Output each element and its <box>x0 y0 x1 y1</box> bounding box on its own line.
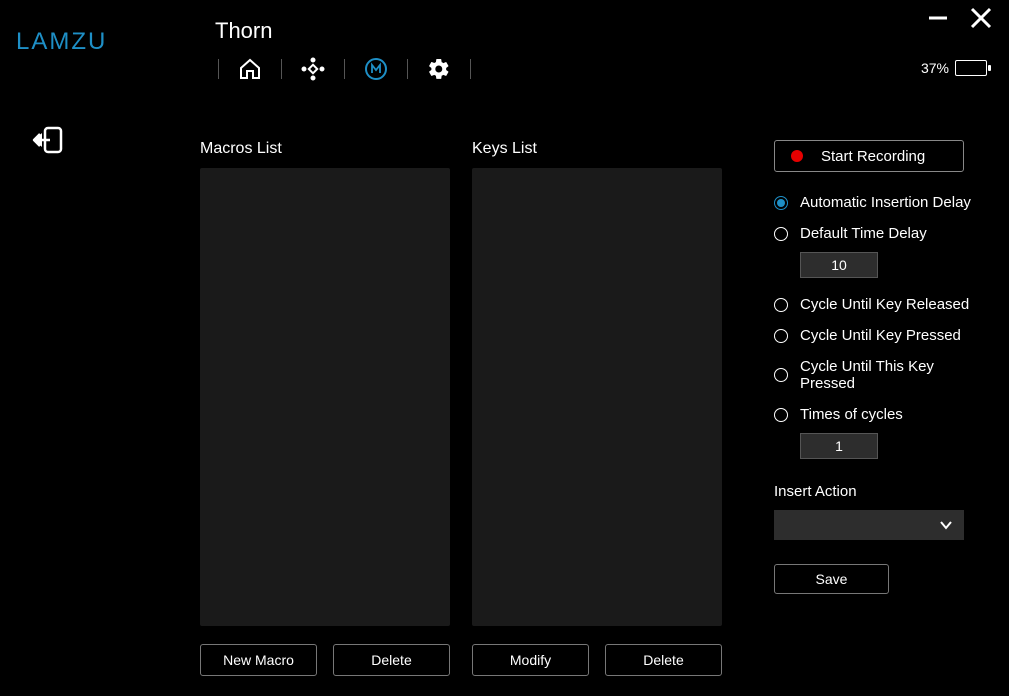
radio-icon <box>774 368 788 382</box>
delete-macro-button[interactable]: Delete <box>333 644 450 676</box>
radio-cycle-released[interactable]: Cycle Until Key Released <box>774 296 989 313</box>
radio-label: Cycle Until Key Pressed <box>800 327 961 344</box>
radio-icon <box>774 408 788 422</box>
radio-icon <box>774 329 788 343</box>
tab-macro[interactable] <box>363 56 389 82</box>
radio-label: Cycle Until This Key Pressed <box>800 358 989 392</box>
new-macro-button[interactable]: New Macro <box>200 644 317 676</box>
radio-icon <box>774 196 788 210</box>
keys-buttons: Modify Delete <box>472 644 722 676</box>
tab-bar <box>200 56 489 82</box>
start-recording-button[interactable]: Start Recording <box>774 140 964 172</box>
delete-key-button[interactable]: Delete <box>605 644 722 676</box>
default-delay-input[interactable]: 10 <box>800 252 878 278</box>
tab-separator <box>281 59 282 79</box>
radio-default-delay[interactable]: Default Time Delay <box>774 225 989 242</box>
macros-column: Macros List New Macro Delete <box>200 140 450 676</box>
macros-list-panel[interactable] <box>200 168 450 626</box>
macros-buttons: New Macro Delete <box>200 644 450 676</box>
radio-label: Automatic Insertion Delay <box>800 194 971 211</box>
chevron-down-icon <box>938 517 954 533</box>
radio-auto-delay[interactable]: Automatic Insertion Delay <box>774 194 989 211</box>
keys-column: Keys List Modify Delete <box>472 140 722 676</box>
page-title: Thorn <box>215 18 272 44</box>
insert-action-label: Insert Action <box>774 483 989 500</box>
radio-label: Cycle Until Key Released <box>800 296 969 313</box>
tab-separator <box>407 59 408 79</box>
close-icon[interactable] <box>969 6 993 33</box>
radio-label: Times of cycles <box>800 406 903 423</box>
main-content: Macros List New Macro Delete Keys List M… <box>200 140 989 676</box>
settings-column: Start Recording Automatic Insertion Dela… <box>744 140 989 676</box>
radio-icon <box>774 298 788 312</box>
brand-logo: LAMZU <box>16 28 107 56</box>
record-dot-icon <box>791 150 803 162</box>
tab-home[interactable] <box>237 56 263 82</box>
radio-times-cycles[interactable]: Times of cycles <box>774 406 989 423</box>
radio-icon <box>774 227 788 241</box>
battery-icon <box>955 60 987 76</box>
save-button[interactable]: Save <box>774 564 889 594</box>
minimize-icon[interactable] <box>927 7 949 32</box>
tab-separator <box>470 59 471 79</box>
tab-settings[interactable] <box>426 56 452 82</box>
modify-key-button[interactable]: Modify <box>472 644 589 676</box>
keys-list-label: Keys List <box>472 140 722 158</box>
radio-cycle-this-pressed[interactable]: Cycle Until This Key Pressed <box>774 358 989 392</box>
battery-indicator: 37% <box>921 60 987 76</box>
tab-separator <box>218 59 219 79</box>
app-window: LAMZU Thorn 37% <box>0 0 1009 696</box>
start-recording-label: Start Recording <box>821 148 925 165</box>
times-cycles-input[interactable]: 1 <box>800 433 878 459</box>
tab-separator <box>344 59 345 79</box>
keys-list-panel[interactable] <box>472 168 722 626</box>
insert-action-dropdown[interactable] <box>774 510 964 540</box>
macros-list-label: Macros List <box>200 140 450 158</box>
tab-dpi[interactable] <box>300 56 326 82</box>
radio-label: Default Time Delay <box>800 225 927 242</box>
window-controls <box>927 6 993 33</box>
back-icon[interactable] <box>30 122 66 161</box>
radio-cycle-pressed[interactable]: Cycle Until Key Pressed <box>774 327 989 344</box>
battery-percent: 37% <box>921 60 949 76</box>
